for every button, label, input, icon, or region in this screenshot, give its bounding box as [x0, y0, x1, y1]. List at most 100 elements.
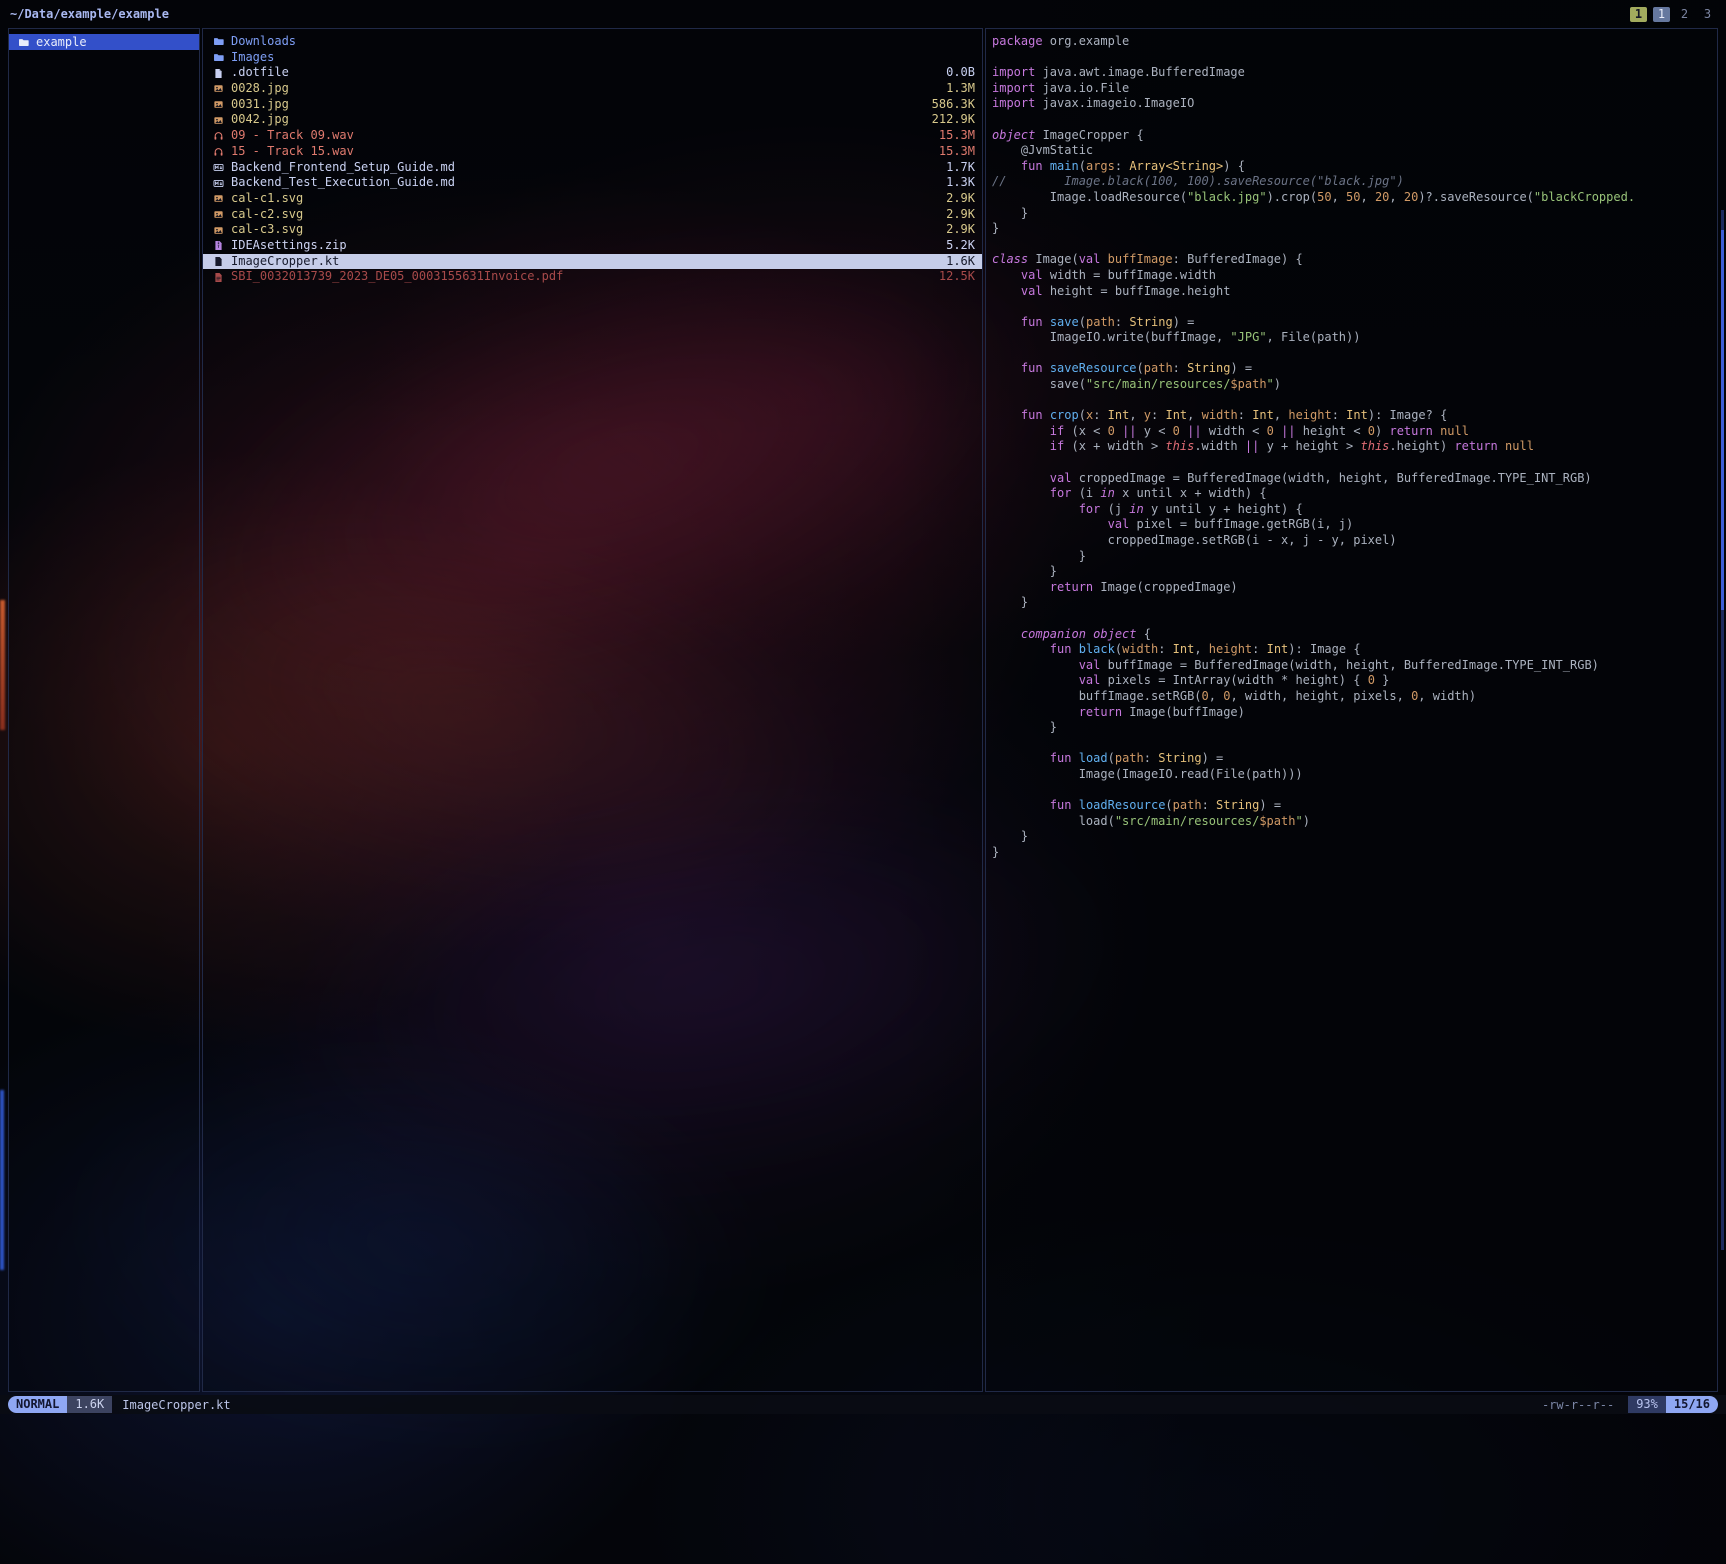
code-token: x until x + width) { — [1115, 486, 1267, 500]
file-name: 0042.jpg — [231, 112, 909, 128]
markdown-icon — [210, 178, 226, 189]
code-line: for (j in y until y + height) { — [992, 502, 1711, 518]
file-name: 15 - Track 15.wav — [231, 144, 909, 160]
code-token: ).crop( — [1267, 190, 1318, 204]
code-token: || — [1187, 424, 1201, 438]
file-size: 2.9K — [919, 207, 975, 223]
code-line: buffImage.setRGB(0, 0, width, height, pi… — [992, 689, 1711, 705]
file-row[interactable]: 0042.jpg212.9K — [203, 112, 982, 128]
code-token: Int — [1252, 408, 1274, 422]
file-row[interactable]: Backend_Test_Execution_Guide.md1.3K — [203, 175, 982, 191]
code-line: fun load(path: String) = — [992, 751, 1711, 767]
code-token: val — [1079, 658, 1101, 672]
pdf-icon — [210, 272, 226, 283]
code-token: croppedImage.setRGB(i - x, j - y, pixel) — [992, 533, 1397, 547]
code-token: ) = — [1230, 361, 1252, 375]
code-token: ) = — [1202, 751, 1224, 765]
code-token: java.awt.image.BufferedImage — [1035, 65, 1245, 79]
code-token: .width — [1194, 439, 1245, 453]
code-line: companion object { — [992, 627, 1711, 643]
code-token — [992, 408, 1021, 422]
file-row[interactable]: 09 - Track 09.wav15.3M — [203, 128, 982, 144]
code-token: val — [1021, 284, 1043, 298]
code-token: : BufferedImage) { — [1173, 252, 1303, 266]
code-line: fun saveResource(path: String) = — [992, 361, 1711, 377]
code-token: height = buffImage.height — [1043, 284, 1231, 298]
code-line: return Image(croppedImage) — [992, 580, 1711, 596]
file-row[interactable]: 15 - Track 15.wav15.3M — [203, 144, 982, 160]
code-token: 0 — [1173, 424, 1180, 438]
file-row[interactable]: 0028.jpg1.3M — [203, 81, 982, 97]
code-token: // Image.black(100, 100).saveResource("b… — [992, 174, 1404, 188]
file-name: 0031.jpg — [231, 97, 909, 113]
code-token: fun — [1021, 408, 1043, 422]
code-token: : — [1093, 408, 1107, 422]
code-token: width = buffImage.width — [1043, 268, 1216, 282]
file-row[interactable]: cal-c3.svg2.9K — [203, 222, 982, 238]
code-token — [1043, 159, 1050, 173]
tab-3[interactable]: 2 — [1676, 7, 1693, 22]
file-name: IDEAsettings.zip — [231, 238, 909, 254]
tab-1[interactable]: 1 — [1630, 7, 1647, 22]
file-name: Downloads — [231, 34, 909, 50]
code-token — [1274, 424, 1281, 438]
code-token: 0 — [1368, 424, 1375, 438]
code-token: || — [1122, 424, 1136, 438]
audio-icon — [210, 146, 226, 157]
code-token: for — [1079, 502, 1101, 516]
code-token: ) { — [1223, 159, 1245, 173]
status-bar: NORMAL 1.6K ImageCropper.kt -rw-r--r-- 9… — [0, 1395, 1726, 1414]
code-token: , — [1361, 190, 1375, 204]
tab-4[interactable]: 3 — [1699, 7, 1716, 22]
code-token: } — [992, 595, 1028, 609]
code-token: , — [1194, 642, 1208, 656]
file-row[interactable]: Images — [203, 50, 982, 66]
code-token: import — [992, 96, 1035, 110]
file-row[interactable]: 0031.jpg586.3K — [203, 97, 982, 113]
file-row[interactable]: Downloads — [203, 34, 982, 50]
code-line: } — [992, 206, 1711, 222]
code-line — [992, 736, 1711, 752]
file-row[interactable]: .dotfile0.0B — [203, 65, 982, 81]
code-line — [992, 346, 1711, 362]
tab-bar: 1123 — [1624, 7, 1716, 22]
code-token: @JvmStatic — [992, 143, 1093, 157]
file-name: Images — [231, 50, 909, 66]
parent-directory-pane: example — [8, 28, 200, 1392]
parent-dir-item[interactable]: example — [9, 34, 199, 50]
code-token: : — [1151, 408, 1165, 422]
code-token: , File(path)) — [1267, 330, 1361, 344]
code-token: "src/main/resources/ — [1086, 377, 1231, 391]
file-row[interactable]: cal-c1.svg2.9K — [203, 191, 982, 207]
code-token: (i — [1071, 486, 1100, 500]
code-token: return — [1454, 439, 1497, 453]
scrollbar[interactable] — [1721, 210, 1724, 1250]
code-token: width < — [1202, 424, 1267, 438]
code-token: , — [1332, 190, 1346, 204]
code-token: fun — [1021, 361, 1043, 375]
file-size: 1.7K — [919, 160, 975, 176]
audio-icon — [210, 130, 226, 141]
file-name: cal-c2.svg — [231, 207, 909, 223]
code-token: } — [992, 829, 1028, 843]
file-row[interactable]: Backend_Frontend_Setup_Guide.md 1.7K — [203, 160, 982, 176]
code-token: "src/main/resources/ — [1115, 814, 1260, 828]
code-token: 20 — [1404, 190, 1418, 204]
file-row[interactable]: SBI_0032013739_2023_DE05_0003155631Invoi… — [203, 269, 982, 285]
code-token: , — [1129, 408, 1143, 422]
code-token: buffImage.setRGB( — [992, 689, 1202, 703]
code-token: val — [1108, 517, 1130, 531]
file-row[interactable]: ImageCropper.kt1.6K — [203, 254, 982, 270]
file-row[interactable]: IDEAsettings.zip5.2K — [203, 238, 982, 254]
file-name: Backend_Frontend_Setup_Guide.md — [231, 160, 909, 176]
code-token: ( — [1079, 159, 1086, 173]
file-row[interactable]: cal-c2.svg 2.9K — [203, 207, 982, 223]
code-token: class — [992, 252, 1028, 266]
code-token: javax.imageio.ImageIO — [1035, 96, 1194, 110]
code-line — [992, 455, 1711, 471]
code-token: , — [1187, 408, 1201, 422]
code-line: } — [992, 829, 1711, 845]
file-size: 2.9K — [919, 222, 975, 238]
code-token: val — [1079, 252, 1101, 266]
tab-2[interactable]: 1 — [1653, 7, 1670, 22]
